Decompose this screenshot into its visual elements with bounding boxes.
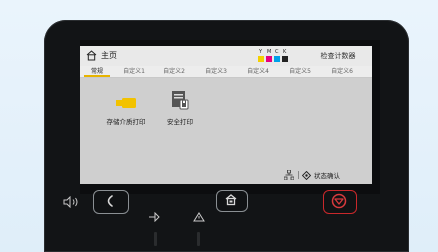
- speaker-icon: [63, 196, 78, 208]
- touch-screen: 主页 Y M C K 检查计数器 常规 自定义1 自定义2 自定义3 自定义4 …: [80, 46, 372, 184]
- tile-label: 存储介质打印: [106, 118, 146, 126]
- page-title: 主页: [101, 51, 117, 60]
- tile-secure-print[interactable]: 安全打印: [152, 90, 208, 130]
- stop-icon: [331, 193, 347, 209]
- home-icon[interactable]: [86, 50, 97, 61]
- check-counter-button[interactable]: 检查计数器: [306, 48, 370, 64]
- warning-led: [197, 232, 200, 246]
- status-confirm-button[interactable]: 状态确认: [302, 170, 340, 180]
- ink-label-m: M: [267, 49, 272, 55]
- ink-bar-yellow: [258, 56, 264, 62]
- tab-bar: 常规 自定义1 自定义2 自定义3 自定义4 自定义5 自定义6: [80, 66, 372, 78]
- home-button-icon: [225, 194, 237, 206]
- stop-button[interactable]: [323, 190, 357, 214]
- network-icon: [284, 170, 294, 180]
- status-label: 状态确认: [314, 172, 340, 180]
- ink-bar-magenta: [266, 56, 272, 62]
- ink-label-y: Y: [259, 49, 263, 55]
- tab-custom-3[interactable]: 自定义3: [200, 66, 232, 77]
- top-bar: 主页 Y M C K 检查计数器: [80, 46, 372, 66]
- secure-print-icon: [172, 91, 189, 110]
- back-icon: [107, 195, 113, 207]
- tab-custom-1[interactable]: 自定义1: [118, 66, 150, 77]
- status-icon: [302, 170, 311, 180]
- tab-general[interactable]: 常规: [84, 66, 110, 77]
- data-led: [154, 232, 157, 246]
- warning-indicator-icon: [193, 212, 205, 222]
- tile-label: 安全打印: [167, 118, 193, 126]
- ink-bar-cyan: [274, 56, 280, 62]
- ink-bar-black: [282, 56, 288, 62]
- ink-levels[interactable]: Y M C K: [258, 49, 298, 63]
- tab-custom-5[interactable]: 自定义5: [284, 66, 316, 77]
- tab-custom-6[interactable]: 自定义6: [326, 66, 358, 77]
- status-area: 状态确认: [284, 170, 370, 180]
- status-divider: [298, 171, 299, 179]
- tab-custom-4[interactable]: 自定义4: [242, 66, 274, 77]
- data-indicator-icon: [149, 212, 160, 222]
- ink-label-k: K: [283, 49, 287, 55]
- tile-storage-media-print[interactable]: 存储介质打印: [98, 90, 154, 130]
- ink-label-c: C: [275, 49, 279, 55]
- back-button[interactable]: [93, 190, 129, 214]
- tab-custom-2[interactable]: 自定义2: [158, 66, 190, 77]
- usb-drive-icon: [116, 98, 136, 108]
- home-button[interactable]: [216, 190, 248, 212]
